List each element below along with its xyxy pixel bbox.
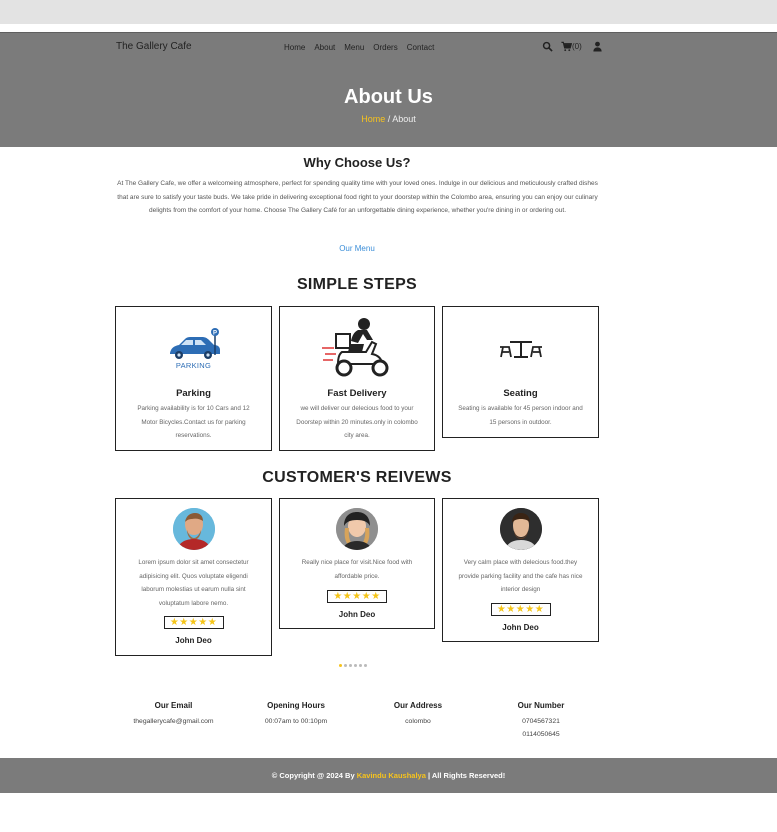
nav-links: Home About Menu Orders Contact — [284, 43, 434, 52]
page-title: About Us — [344, 86, 433, 108]
user-icon[interactable] — [592, 41, 603, 52]
review-card: Really nice place for visit.Nice food wi… — [279, 498, 435, 629]
info-address-value: colombo — [405, 718, 431, 725]
breadcrumb-current: About — [392, 114, 416, 124]
nav-link-about[interactable]: About — [314, 43, 335, 52]
carousel-dots — [339, 664, 367, 667]
carousel-dot[interactable] — [354, 664, 357, 667]
step-text: Seating is available for 45 person indoo… — [458, 405, 583, 426]
nav-link-menu[interactable]: Menu — [344, 43, 364, 52]
info-address-heading: Our Address — [393, 701, 443, 710]
cart-button[interactable]: (0) — [561, 41, 582, 52]
avatar — [336, 508, 378, 550]
table-seating-icon — [500, 341, 542, 358]
reviewer-name: John Deo — [338, 610, 376, 619]
navbar: The Gallery Cafe Home About Menu Orders … — [0, 32, 777, 65]
rights-text: | All Rights Reserved! — [425, 771, 506, 780]
review-card: Lorem ipsum dolor sit amet consectetur a… — [115, 498, 272, 656]
carousel-dot[interactable] — [344, 664, 347, 667]
copyright-text: © Copyright @ 2024 By — [271, 771, 357, 780]
nav-icons: (0) — [542, 41, 603, 52]
info-number-secondary[interactable]: 0114050645 — [501, 728, 581, 741]
our-menu-link[interactable]: Our Menu — [0, 244, 714, 253]
info-number-primary[interactable]: 0704567321 — [501, 715, 581, 728]
breadcrumb: Home / About — [0, 114, 777, 124]
info-address: Our Address colombo — [378, 701, 458, 728]
nav-link-orders[interactable]: Orders — [373, 43, 397, 52]
step-card-delivery: Fast Delivery we will deliver our deleci… — [279, 306, 435, 451]
avatar — [499, 508, 542, 550]
breadcrumb-home-link[interactable]: Home — [361, 114, 385, 124]
rating-stars: ★★★★★ — [163, 616, 224, 629]
rating-stars: ★★★★★ — [327, 590, 387, 603]
info-number: Our Number 0704567321 0114050645 — [501, 701, 581, 741]
review-text: Really nice place for visit.Nice food wi… — [301, 559, 413, 580]
hero-banner: About Us Home / About — [0, 64, 777, 147]
info-email-heading: Our Email — [154, 701, 193, 710]
step-text: Parking availability is for 10 Cars and … — [137, 405, 250, 439]
carousel-dot[interactable] — [364, 664, 367, 667]
svg-text:P: P — [213, 331, 217, 337]
parking-icon-label: PARKING — [175, 361, 212, 370]
review-text: Very calm place with delecious food.they… — [458, 559, 583, 593]
step-card-parking: P PARKING Parking Parking availability i… — [115, 306, 272, 451]
why-choose-title: Why Choose Us? — [303, 155, 411, 170]
nav-link-contact[interactable]: Contact — [407, 43, 435, 52]
review-text: Lorem ipsum dolor sit amet consectetur a… — [138, 559, 249, 607]
browser-top-strip — [0, 0, 777, 24]
reviewer-name: John Deo — [175, 636, 212, 645]
rating-stars: ★★★★★ — [490, 603, 551, 616]
author-link[interactable]: Kavindu Kaushalya — [357, 771, 426, 780]
review-card: Very calm place with delecious food.they… — [442, 498, 599, 642]
carousel-dot[interactable] — [359, 664, 362, 667]
info-number-heading: Our Number — [517, 701, 565, 710]
reviewer-name: John Deo — [502, 623, 539, 632]
cart-count: (0) — [572, 42, 582, 51]
step-card-seating: Seating Seating is available for 45 pers… — [442, 306, 599, 438]
nav-link-home[interactable]: Home — [284, 43, 305, 52]
avatar — [172, 508, 215, 550]
step-title: Fast Delivery — [327, 388, 387, 399]
carousel-dot[interactable] — [339, 664, 342, 667]
info-email-value[interactable]: thegallerycafe@gmail.com — [126, 715, 221, 728]
search-icon[interactable] — [542, 41, 553, 52]
customer-reviews-title: CUSTOMER'S REIVEWS — [262, 469, 452, 486]
carousel-dot[interactable] — [349, 664, 352, 667]
footer-bar: © Copyright @ 2024 By Kavindu Kaushalya … — [0, 758, 777, 793]
info-hours-heading: Opening Hours — [267, 701, 325, 710]
info-hours: Opening Hours 00:07am to 00:10pm — [251, 701, 341, 728]
step-title: Seating — [503, 388, 538, 399]
delivery-scooter-icon — [322, 318, 389, 377]
info-email: Our Email thegallerycafe@gmail.com — [126, 701, 221, 728]
step-text: we will deliver our delecious food to yo… — [296, 405, 418, 439]
step-title: Parking — [176, 388, 211, 399]
cart-icon — [561, 41, 572, 52]
info-hours-value: 00:07am to 00:10pm — [264, 718, 328, 725]
brand-logo[interactable]: The Gallery Cafe — [116, 41, 192, 52]
simple-steps-title: SIMPLE STEPS — [296, 276, 418, 293]
why-choose-text: At The Gallery Cafe, we offer a welcomei… — [117, 180, 598, 214]
